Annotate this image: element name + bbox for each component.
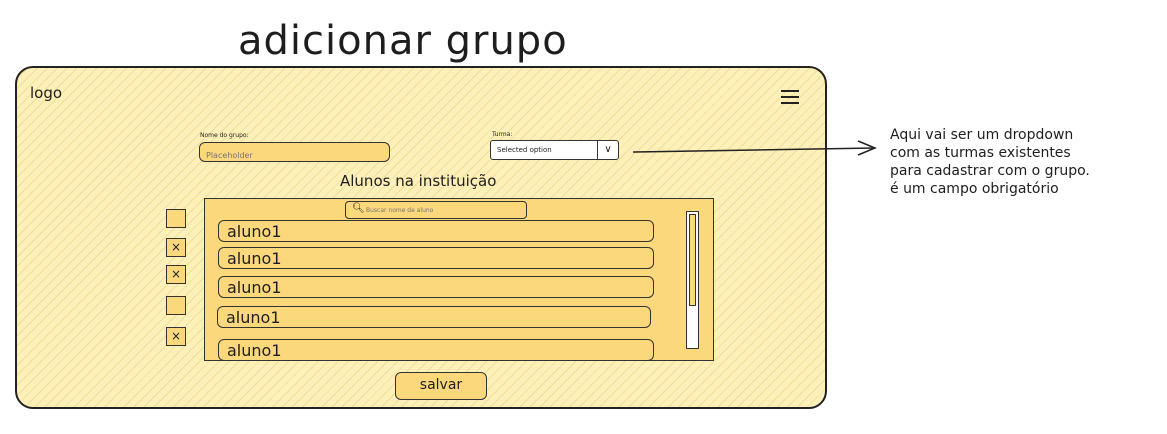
students-section-title: Alunos na instituição [340,172,497,190]
group-name-input[interactable] [200,146,389,165]
turma-dropdown[interactable]: Selected option ∨ [490,140,619,160]
checkmark: × [170,240,182,254]
student-search-input[interactable] [366,204,521,216]
student-row[interactable]: aluno1 [218,220,654,242]
annotation-line: Aqui vai ser um dropdown [890,127,1074,143]
student-search-bar[interactable]: 🔍︎ [345,201,527,219]
save-button[interactable]: salvar [395,372,487,400]
student-row[interactable]: aluno1 [217,306,651,328]
student-name: aluno1 [227,249,282,268]
student-checkbox[interactable]: × [166,265,186,284]
annotation-line: para cadastrar com o grupo. [890,163,1090,179]
chevron-down-icon[interactable]: ∨ [597,141,618,159]
annotation-note: Aqui vai ser um dropdown com as turmas e… [890,126,1160,198]
group-name-label: Nome do grupo: [200,132,249,139]
student-name: aluno1 [227,222,282,241]
search-icon: 🔍︎ [352,203,365,214]
annotation-line: é um campo obrigatório [890,181,1059,197]
student-checkbox[interactable] [166,296,186,315]
turma-label: Turma: [492,131,513,138]
page-title: adicionar grupo [238,18,568,64]
annotation-line: com as turmas existentes [890,145,1071,161]
hamburger-icon[interactable] [781,90,799,108]
group-name-field[interactable] [199,142,390,165]
student-name: aluno1 [227,341,282,360]
student-name: aluno1 [226,308,281,327]
student-checkbox[interactable]: × [166,327,186,346]
student-checkbox[interactable] [166,209,186,228]
turma-selected-value: Selected option [497,146,552,154]
student-row[interactable]: aluno1 [218,247,654,269]
logo[interactable]: logo [30,84,62,102]
checkmark: × [170,329,182,343]
scrollbar-thumb[interactable] [689,214,696,306]
student-row[interactable]: aluno1 [218,339,654,361]
checkmark: × [170,267,182,281]
student-checkbox[interactable]: × [166,238,186,257]
student-row[interactable]: aluno1 [218,276,654,298]
annotation-arrow [632,140,877,156]
student-name: aluno1 [227,278,282,297]
